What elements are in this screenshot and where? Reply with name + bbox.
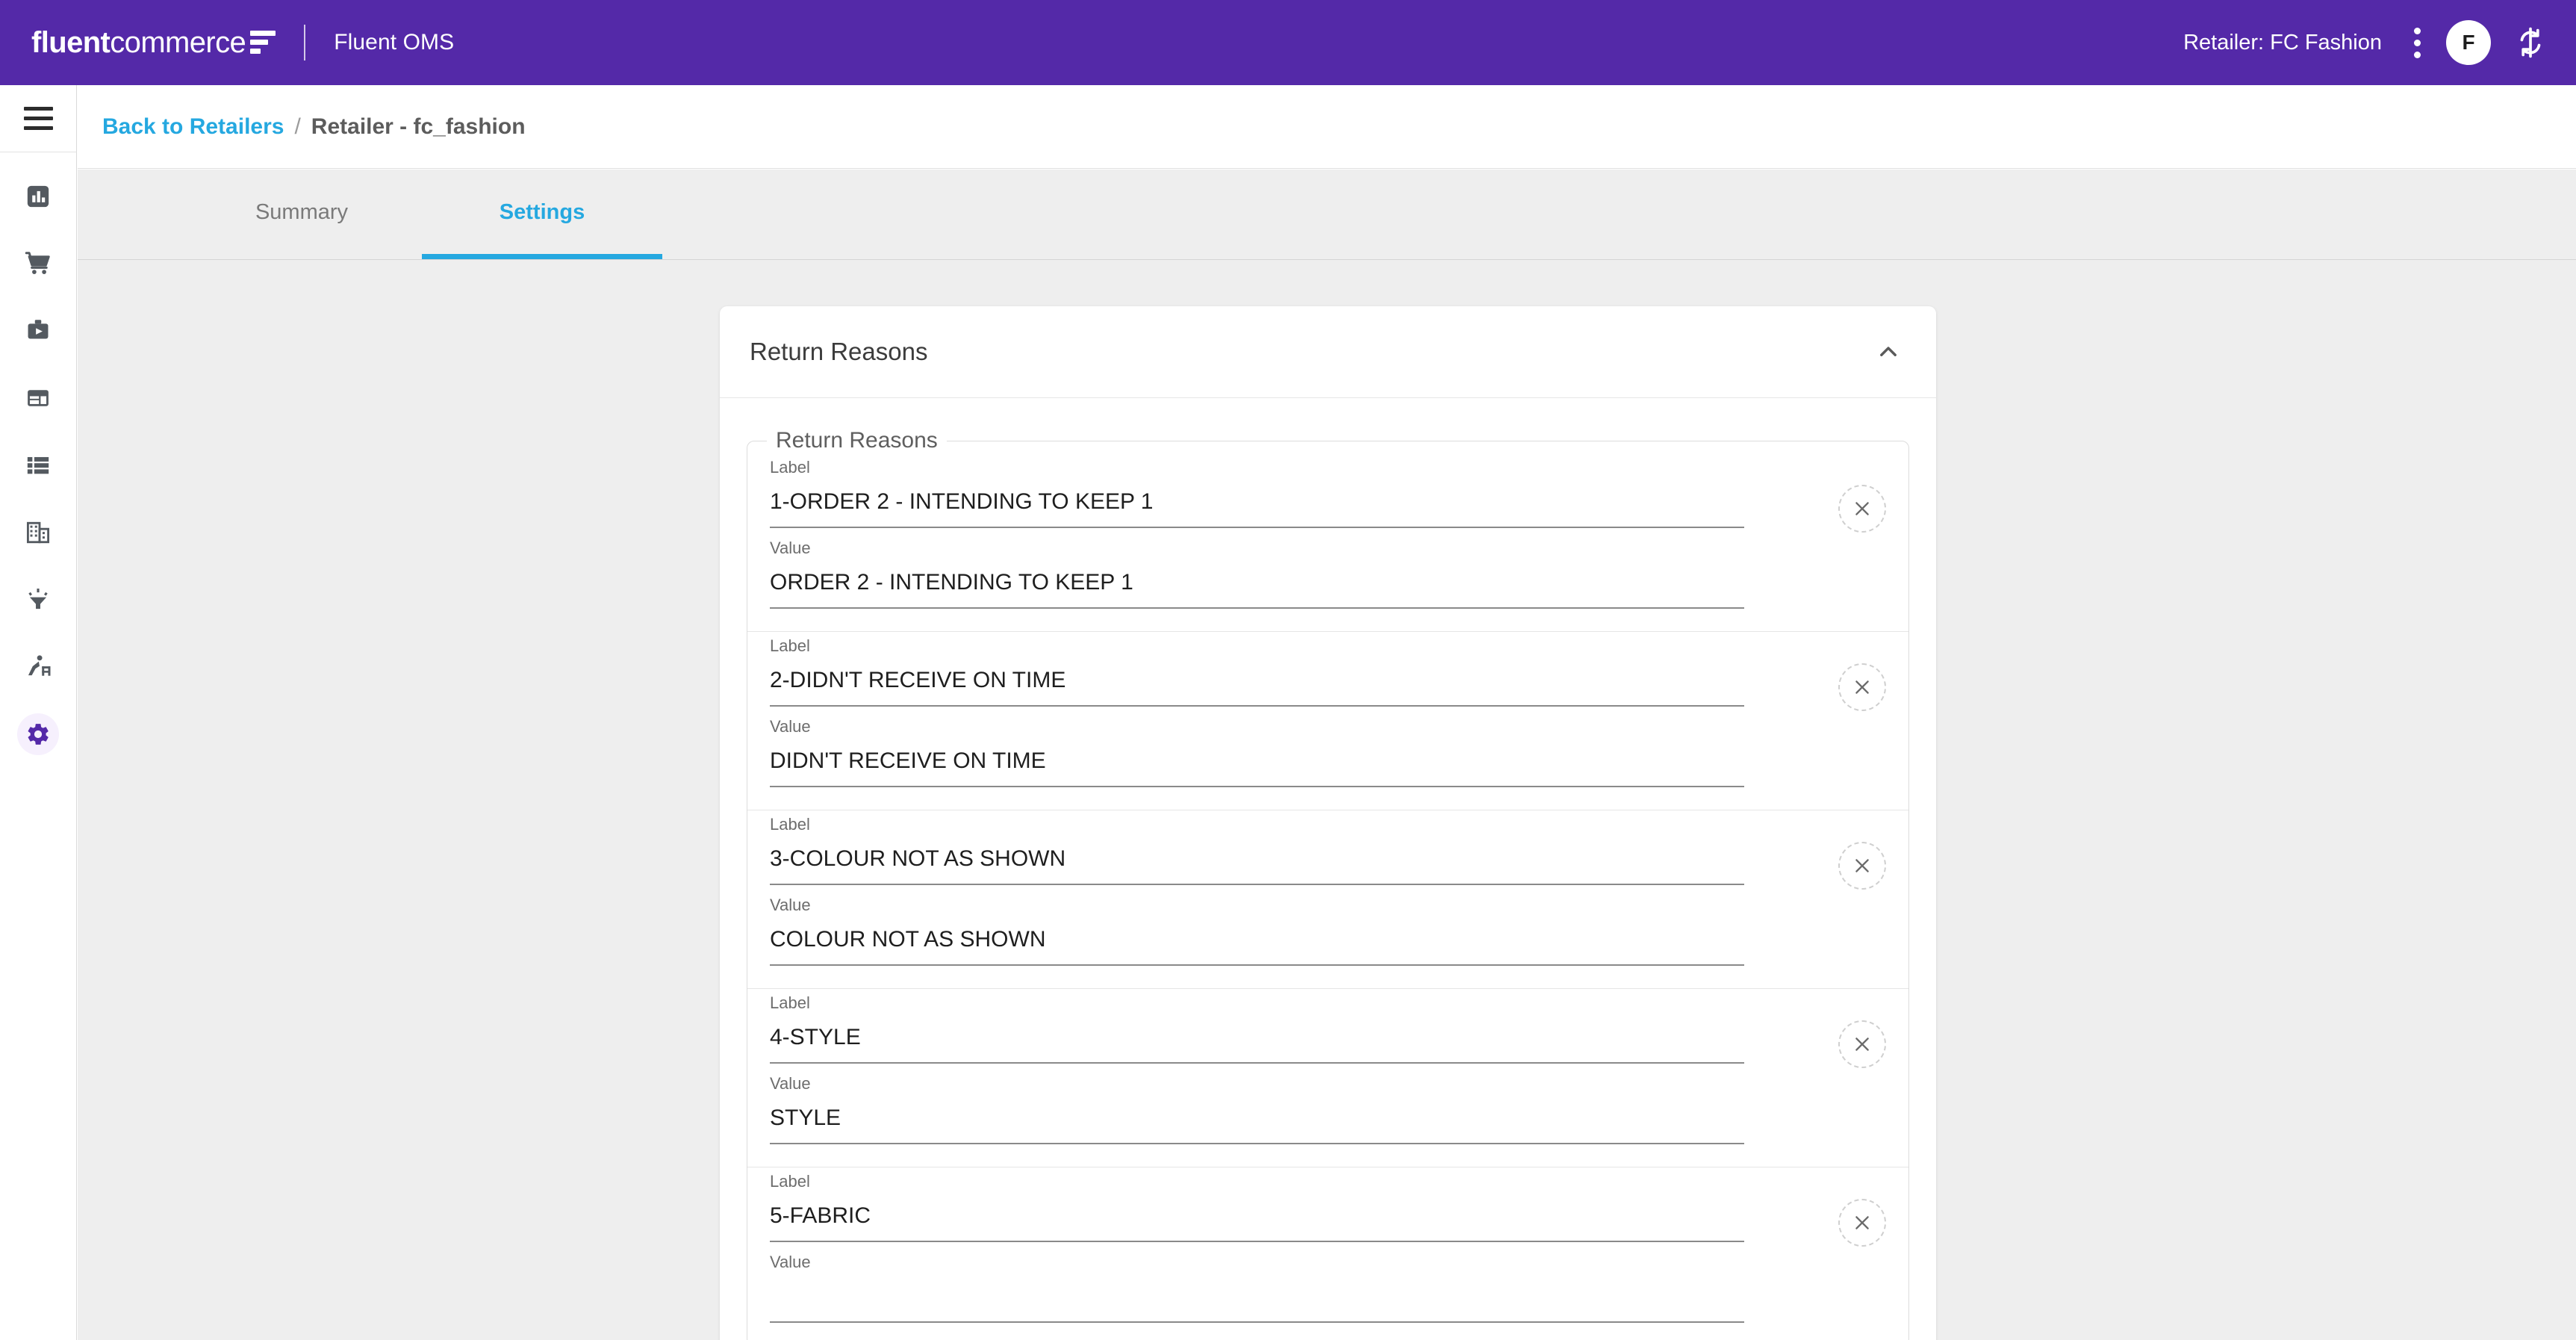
breadcrumb: Back to Retailers / Retailer - fc_fashio… — [78, 85, 2576, 169]
value-field-caption: Value — [770, 896, 1816, 915]
label-input[interactable] — [770, 668, 1744, 707]
avatar[interactable]: F — [2446, 20, 2491, 65]
value-field-group: Value — [770, 717, 1816, 787]
top-app-bar: fluentcommerce Fluent OMS Retailer: FC F… — [0, 0, 2576, 85]
value-field-caption: Value — [770, 717, 1816, 736]
logo-text-light: commerce — [110, 26, 246, 59]
card-title: Return Reasons — [750, 338, 927, 366]
more-vertical-icon[interactable] — [2404, 25, 2430, 60]
label-field-group: Label — [770, 1172, 1816, 1242]
sidebar-item-fulfilment[interactable] — [0, 297, 76, 365]
value-input[interactable] — [770, 1284, 1744, 1323]
logo-text: fluentcommerce — [31, 28, 246, 58]
row-fields: Label Value — [770, 458, 1816, 609]
remove-reason-button[interactable] — [1838, 663, 1886, 711]
funnel-sparkle-icon — [22, 583, 55, 616]
row-fields: Label Value — [770, 636, 1816, 787]
chevron-up-icon[interactable] — [1872, 335, 1905, 368]
building-icon — [22, 516, 55, 549]
settings-panel-area: Return Reasons Return Reasons Label — [78, 260, 2576, 1340]
value-input[interactable] — [770, 1105, 1744, 1144]
topbar-divider — [304, 25, 305, 61]
remove-reason-button[interactable] — [1838, 842, 1886, 890]
label-field-caption: Label — [770, 993, 1816, 1013]
sidebar-item-dashboard[interactable] — [0, 163, 76, 230]
row-fields: Label Value — [770, 1172, 1816, 1323]
breadcrumb-current: Retailer - fc_fashion — [311, 114, 526, 140]
card-body: Return Reasons Label Value — [720, 398, 1936, 1340]
list-icon — [22, 449, 55, 482]
value-field-caption: Value — [770, 1253, 1816, 1272]
label-field-group: Label — [770, 458, 1816, 528]
hamburger-menu-icon[interactable] — [0, 85, 76, 152]
value-field-group: Value — [770, 539, 1816, 609]
breadcrumb-back-link[interactable]: Back to Retailers — [102, 114, 284, 140]
return-reason-row: Label Value — [747, 810, 1908, 989]
sidebar-item-settings[interactable] — [0, 701, 76, 768]
label-field-caption: Label — [770, 458, 1816, 477]
label-input[interactable] — [770, 1025, 1744, 1064]
return-reason-row: Label Value — [747, 989, 1908, 1167]
main-content: Summary Settings Return Reasons Return R… — [78, 170, 2576, 1340]
label-field-caption: Label — [770, 1172, 1816, 1191]
sync-icon[interactable] — [2513, 25, 2548, 60]
value-field-group: Value — [770, 1253, 1816, 1323]
logo-bars-mark-icon — [250, 31, 276, 54]
remove-reason-button[interactable] — [1838, 1199, 1886, 1247]
sidebar-item-orders[interactable] — [0, 230, 76, 297]
value-input[interactable] — [770, 748, 1744, 787]
logo-text-bold: fluent — [31, 26, 110, 59]
row-fields: Label Value — [770, 815, 1816, 966]
briefcase-play-icon — [22, 314, 55, 347]
value-input[interactable] — [770, 570, 1744, 609]
sidebar-item-inventory[interactable] — [0, 365, 76, 432]
return-reason-row: Label Value — [747, 632, 1908, 810]
worker-icon — [22, 651, 55, 683]
value-field-caption: Value — [770, 1074, 1816, 1094]
card-layout-icon — [22, 382, 55, 415]
breadcrumb-separator: / — [294, 114, 300, 140]
tab-settings[interactable]: Settings — [422, 170, 662, 259]
value-field-group: Value — [770, 896, 1816, 966]
return-reason-row: Label Value — [747, 453, 1908, 632]
remove-reason-button[interactable] — [1838, 1020, 1886, 1068]
tab-bar: Summary Settings — [78, 170, 2576, 260]
sidebar-nav — [0, 85, 77, 1340]
label-field-caption: Label — [770, 636, 1816, 656]
fieldset-legend: Return Reasons — [767, 428, 947, 453]
gear-icon — [17, 713, 59, 755]
sidebar-item-catalogue[interactable] — [0, 432, 76, 499]
bar-chart-icon — [22, 180, 55, 213]
value-field-group: Value — [770, 1074, 1816, 1144]
label-field-group: Label — [770, 815, 1816, 885]
card-header[interactable]: Return Reasons — [720, 306, 1936, 398]
topbar-right-group: Retailer: FC Fashion F — [2183, 20, 2548, 65]
brand-logo[interactable]: fluentcommerce — [31, 28, 276, 58]
label-input[interactable] — [770, 846, 1744, 885]
label-input[interactable] — [770, 489, 1744, 528]
remove-reason-button[interactable] — [1838, 485, 1886, 533]
shopping-cart-icon — [22, 247, 55, 280]
value-field-caption: Value — [770, 539, 1816, 558]
sidebar-item-agents[interactable] — [0, 633, 76, 701]
return-reasons-card: Return Reasons Return Reasons Label — [720, 306, 1936, 1340]
retailer-context-label: Retailer: FC Fashion — [2183, 31, 2382, 55]
label-input[interactable] — [770, 1203, 1744, 1242]
tab-summary[interactable]: Summary — [181, 170, 422, 259]
app-title: Fluent OMS — [334, 30, 454, 55]
value-input[interactable] — [770, 927, 1744, 966]
label-field-group: Label — [770, 636, 1816, 707]
return-reason-row: Label Value — [747, 1167, 1908, 1340]
sidebar-item-locations[interactable] — [0, 499, 76, 566]
row-fields: Label Value — [770, 993, 1816, 1144]
sidebar-item-insights[interactable] — [0, 566, 76, 633]
label-field-group: Label — [770, 993, 1816, 1064]
label-field-caption: Label — [770, 815, 1816, 834]
return-reasons-fieldset: Return Reasons Label Value — [747, 428, 1909, 1340]
sidebar-item-list — [0, 152, 76, 768]
